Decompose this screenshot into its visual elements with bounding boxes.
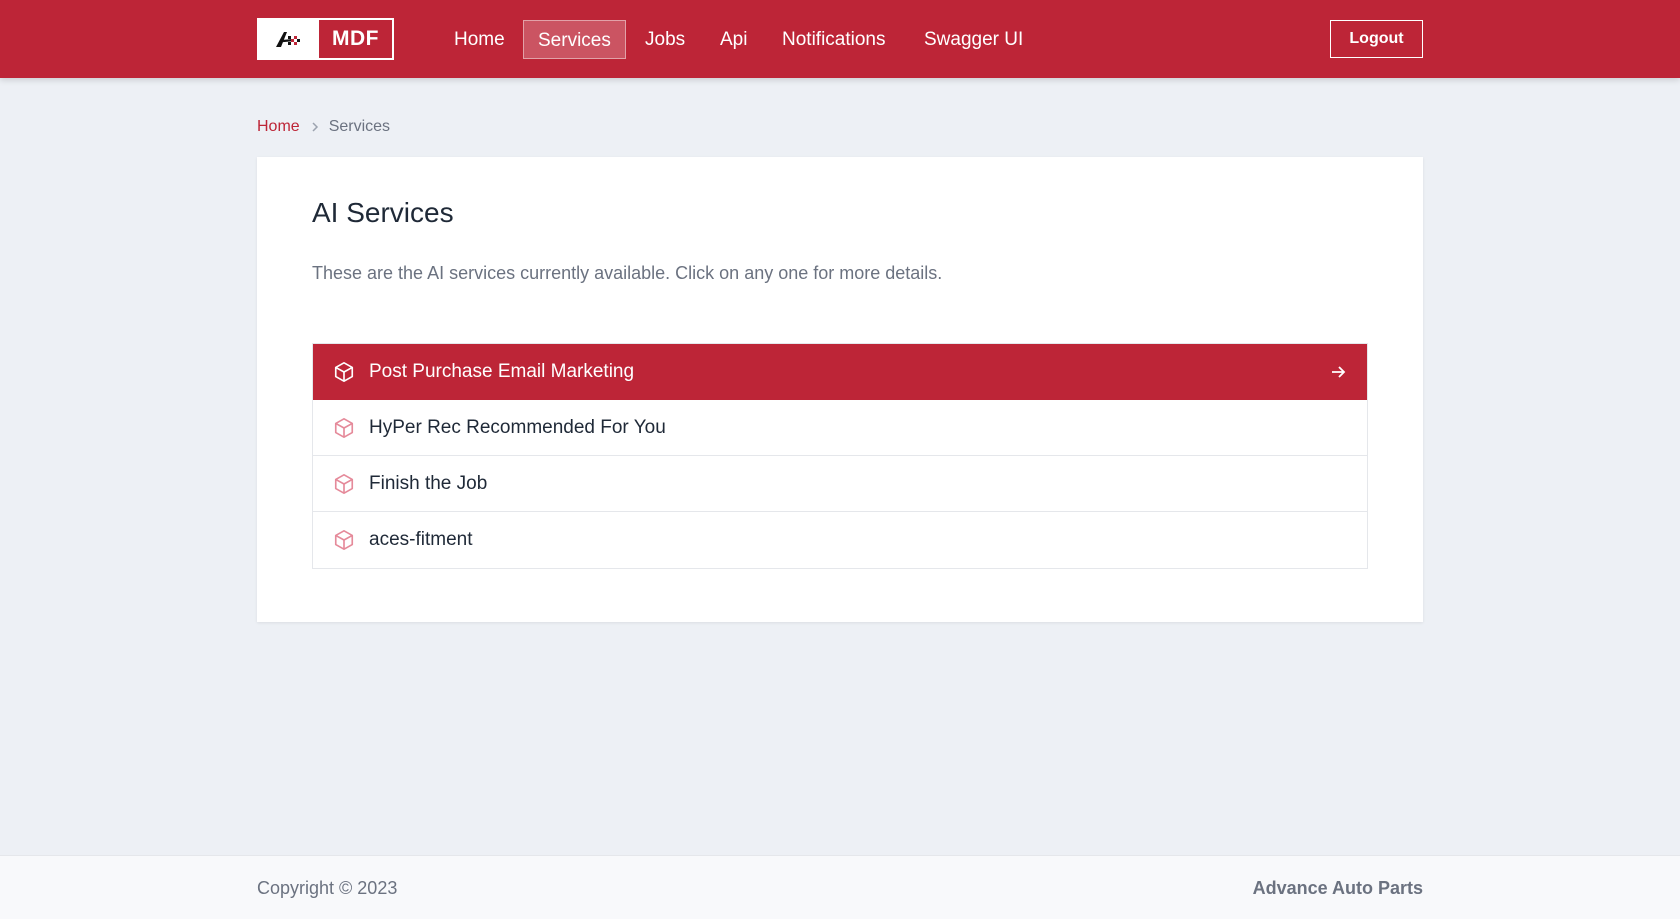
breadcrumb: Home Services — [257, 116, 390, 138]
service-item-finish-the-job[interactable]: Finish the Job — [313, 456, 1367, 512]
copyright-text: Copyright © 2023 — [257, 878, 398, 898]
brand-name: MDF — [332, 27, 379, 50]
cube-icon — [333, 529, 355, 551]
cube-icon — [333, 417, 355, 439]
nav-services[interactable]: Services — [523, 20, 626, 59]
service-item-aces-fitment[interactable]: aces-fitment — [313, 512, 1367, 568]
nav-api[interactable]: Api — [720, 20, 747, 59]
cube-icon — [333, 361, 355, 383]
chevron-right-icon — [310, 121, 320, 133]
service-label: aces-fitment — [369, 529, 473, 550]
top-navbar: MDF Home Services Jobs Api Notifications… — [0, 0, 1680, 78]
service-label: Post Purchase Email Marketing — [369, 360, 635, 382]
services-list: Post Purchase Email Marketing HyPer Rec … — [312, 343, 1368, 569]
brand-logo[interactable]: MDF — [257, 18, 394, 60]
service-item-post-purchase-email-marketing[interactable]: Post Purchase Email Marketing — [313, 344, 1367, 400]
service-item-hyper-rec-recommended-for-you[interactable]: HyPer Rec Recommended For You — [313, 400, 1367, 456]
nav-jobs[interactable]: Jobs — [645, 20, 685, 59]
cube-icon — [333, 473, 355, 495]
page-description: These are the AI services currently avai… — [312, 263, 943, 283]
service-label: Finish the Job — [369, 472, 488, 494]
services-card: AI Services These are the AI services cu… — [257, 157, 1423, 622]
arrow-right-icon — [1329, 363, 1347, 381]
nav-home[interactable]: Home — [454, 20, 505, 59]
service-label: HyPer Rec Recommended For You — [369, 416, 666, 438]
page-footer: Copyright © 2023 Advance Auto Parts — [0, 855, 1680, 919]
breadcrumb-home-link[interactable]: Home — [257, 118, 300, 136]
checkered-flag-logo-icon — [259, 20, 319, 58]
logout-button[interactable]: Logout — [1330, 20, 1423, 58]
company-name: Advance Auto Parts — [1252, 878, 1423, 898]
breadcrumb-current: Services — [328, 118, 391, 135]
nav-swagger-ui[interactable]: Swagger UI — [924, 20, 1023, 59]
page-title: AI Services — [312, 197, 454, 228]
nav-notifications[interactable]: Notifications — [782, 20, 886, 59]
